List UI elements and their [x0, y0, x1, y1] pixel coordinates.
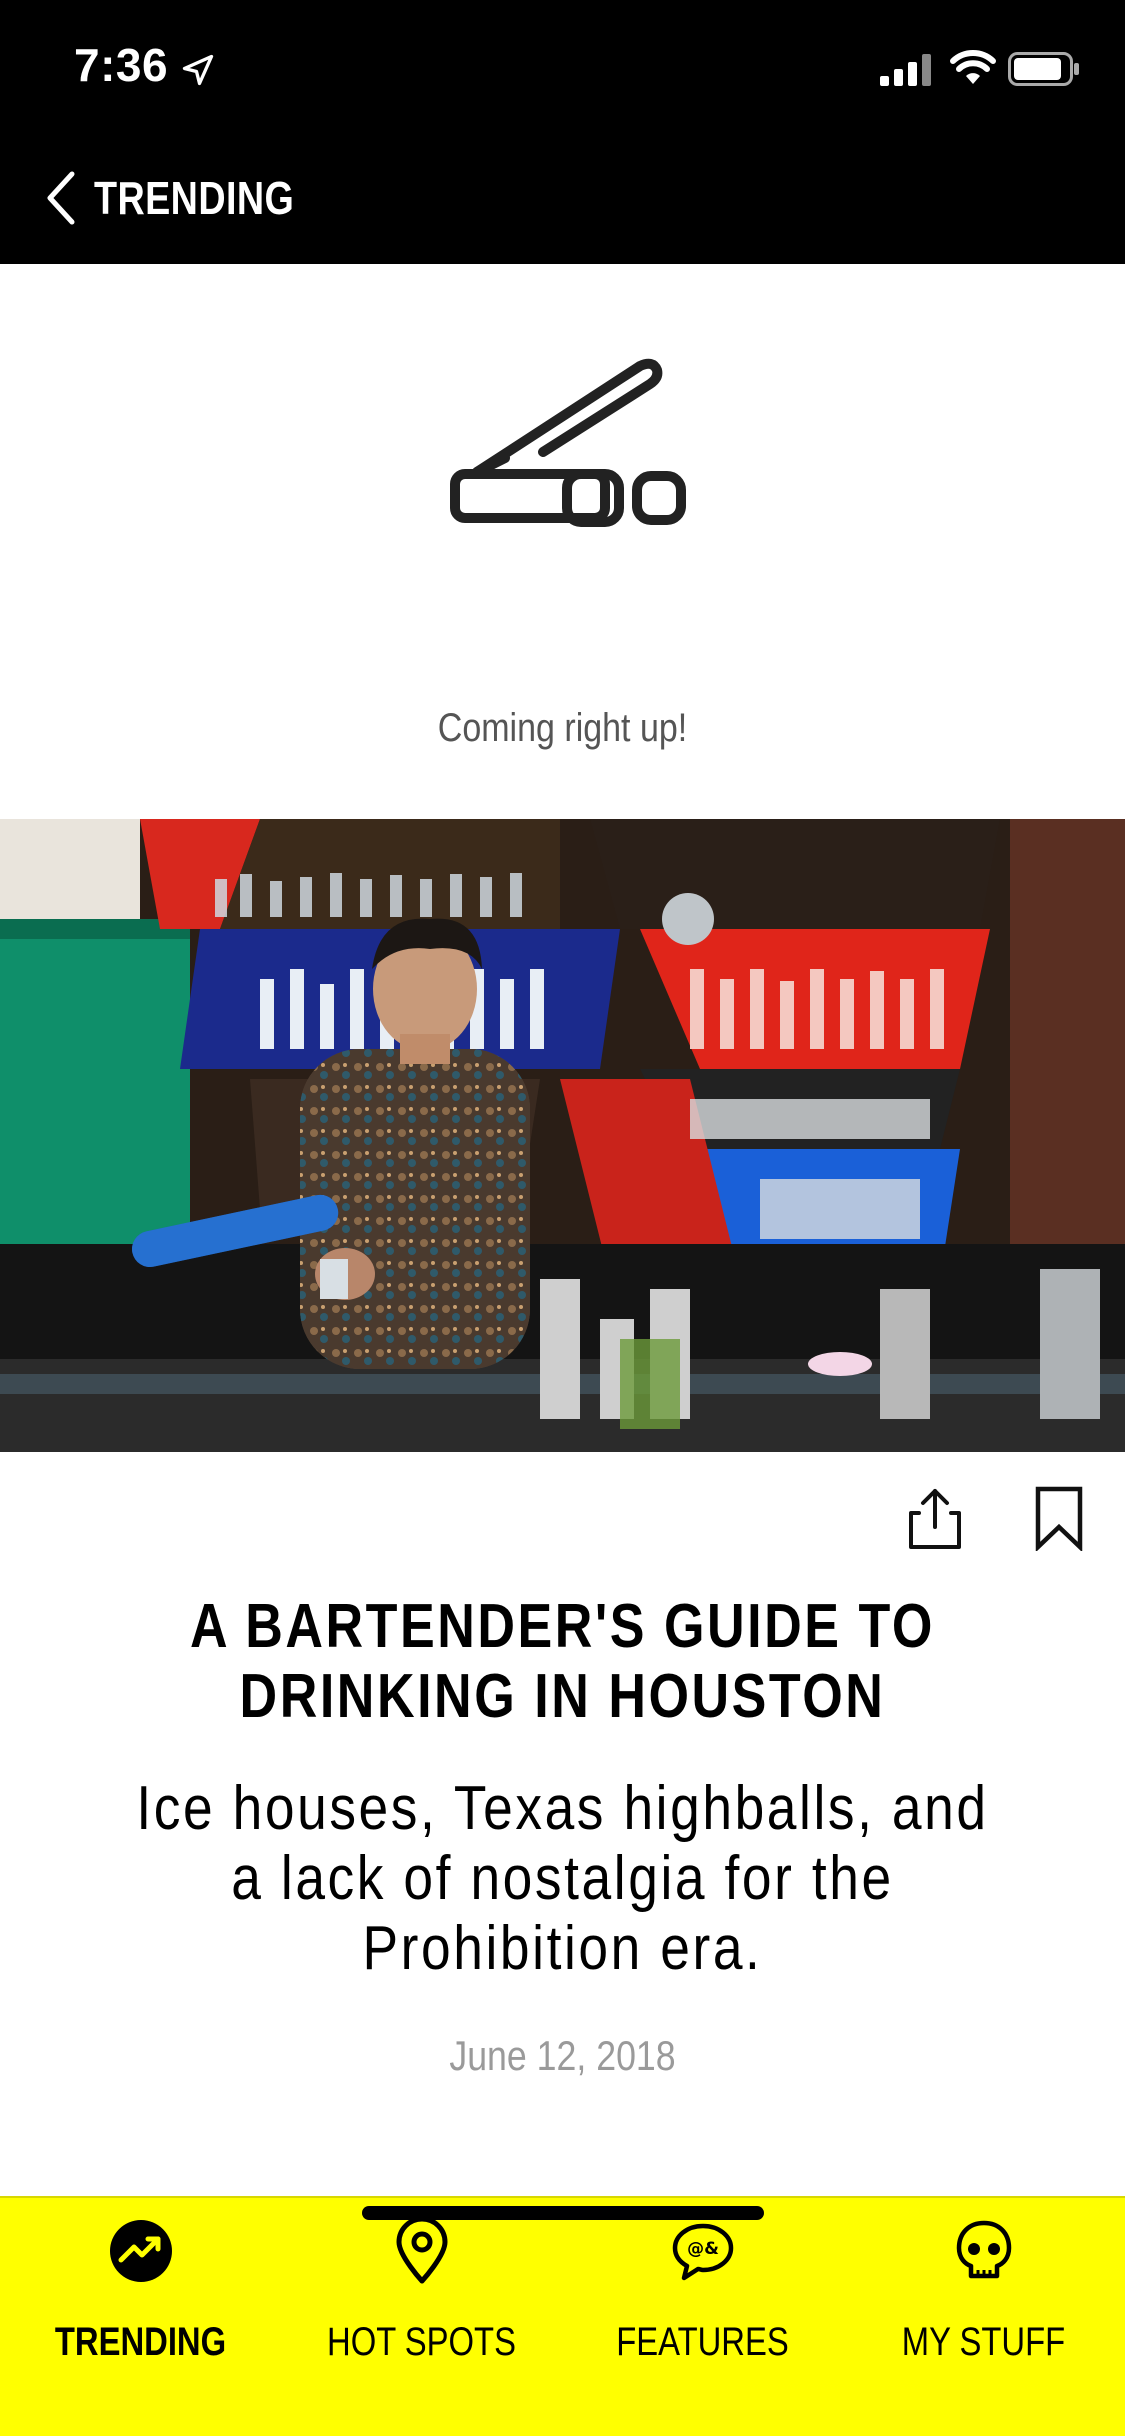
battery-icon	[1008, 52, 1079, 86]
bartender-photo	[0, 819, 1125, 1452]
loading-text: Coming right up!	[437, 706, 688, 750]
tab-label-hot-spots: HOT SPOTS	[327, 2320, 516, 2364]
tab-hot-spots[interactable]: HOT SPOTS	[281, 2198, 562, 2378]
status-bar: 7:36	[0, 0, 1125, 132]
article-date: June 12, 2018	[449, 2032, 676, 2079]
svg-text:@&: @&	[687, 2239, 719, 2259]
tab-label-features: FEATURES	[616, 2320, 789, 2364]
status-time: 7:36	[74, 39, 169, 91]
wifi-icon	[950, 50, 996, 84]
chevron-left-icon	[47, 171, 75, 225]
back-button[interactable]: TRENDING	[40, 162, 338, 234]
share-icon[interactable]	[905, 1487, 965, 1551]
article-subtitle: Ice houses, Texas highballs, and a lack …	[136, 1774, 989, 1983]
trending-icon	[110, 2220, 172, 2282]
location-arrow-icon	[182, 54, 214, 86]
tab-my-stuff[interactable]: MY STUFF	[843, 2198, 1124, 2378]
nav-bar: TRENDING	[0, 132, 1125, 264]
tab-label-trending: TRENDING	[54, 2320, 227, 2364]
back-title: TRENDING	[94, 172, 295, 224]
tab-trending[interactable]: TRENDING	[0, 2198, 281, 2378]
article-hero-image[interactable]	[0, 819, 1125, 1452]
home-indicator[interactable]	[362, 2206, 764, 2220]
bookmark-icon[interactable]	[1032, 1485, 1086, 1551]
article-title[interactable]: A BARTENDER'S GUIDE TO DRINKING IN HOUST…	[157, 1592, 968, 1732]
tab-label-my-stuff: MY STUFF	[901, 2320, 1066, 2364]
speech-bubble-icon: @&	[672, 2223, 734, 2281]
loading-indicator: Coming right up!	[0, 264, 1125, 819]
skull-icon	[956, 2220, 1012, 2279]
knife-chopping-icon	[450, 358, 686, 527]
cellular-signal-icon	[880, 54, 931, 86]
tab-features[interactable]: @& FEATURES	[562, 2198, 843, 2378]
map-pin-icon	[396, 2218, 448, 2284]
tab-bar: TRENDING HOT SPOTS @& FEATURES MY STUFF	[0, 2196, 1125, 2436]
